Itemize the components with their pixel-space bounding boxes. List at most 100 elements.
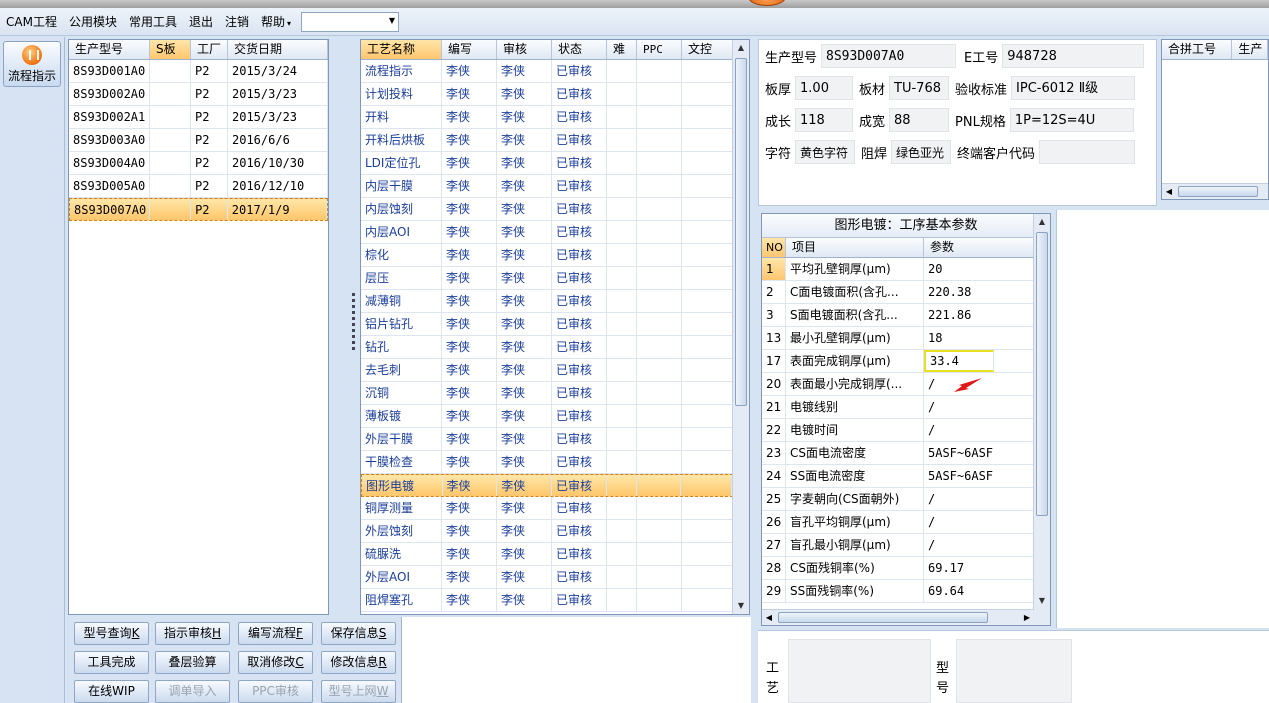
param-row[interactable]: 29 SS面残铜率(%) 69.64 — [762, 580, 1034, 603]
product-row[interactable]: 8S93D001A0 P2 2015/3/24 — [69, 60, 328, 83]
process-row[interactable]: 图形电镀 李侠 李侠 已审核 — [361, 474, 733, 497]
param-hscrollbar[interactable]: ◀ ▶ — [762, 609, 1034, 625]
thickness-field[interactable]: 1.00 — [795, 76, 854, 100]
param-row[interactable]: 26 盲孔平均铜厚(μm) / — [762, 511, 1034, 534]
process-row[interactable]: 钻孔 李侠 李侠 已审核 — [361, 336, 733, 359]
scroll-left-icon[interactable]: ◀ — [1162, 184, 1176, 199]
col-header-ppc[interactable]: PPC — [637, 40, 682, 59]
param-value-cell[interactable]: 69.64 — [924, 580, 1034, 602]
action-button[interactable]: 保存信息S — [321, 622, 396, 645]
product-row[interactable]: 8S93D005A0 P2 2016/12/10 — [69, 175, 328, 198]
process-row[interactable]: 硫脲洗 李侠 李侠 已审核 — [361, 543, 733, 566]
param-value-cell[interactable]: 221.86 — [924, 304, 1034, 326]
param-value-cell[interactable]: 220.38 — [924, 281, 1034, 303]
param-row[interactable]: 20 表面最小完成铜厚(... / — [762, 373, 1034, 396]
length-field[interactable]: 118 — [795, 108, 854, 132]
param-row[interactable]: 3 S面电镀面积(含孔... 221.86 — [762, 304, 1034, 327]
process-row[interactable]: 开料 李侠 李侠 已审核 — [361, 106, 733, 129]
param-row[interactable]: 13 最小孔壁铜厚(μm) 18 — [762, 327, 1034, 350]
model-note-box[interactable] — [956, 639, 1072, 703]
scroll-thumb[interactable] — [1036, 232, 1048, 516]
scroll-thumb[interactable] — [735, 58, 747, 406]
product-row[interactable]: 8S93D004A0 P2 2016/10/30 — [69, 152, 328, 175]
param-row[interactable]: 21 电镀线别 / — [762, 396, 1034, 419]
param-vscrollbar[interactable]: ▲ ▼ — [1033, 214, 1050, 625]
col-header-s-board[interactable]: S板 — [150, 40, 191, 59]
col-header-difficulty[interactable]: 难 — [607, 40, 637, 59]
part-no-field[interactable]: 8S93D007A0 — [821, 44, 957, 68]
menu-combo-select[interactable]: ▼ — [301, 11, 400, 32]
param-value-editor[interactable]: 33.4 — [924, 350, 994, 372]
standard-field[interactable]: IPC-6012 Ⅱ级 — [1011, 76, 1136, 100]
col-header-production[interactable]: 生产 — [1232, 40, 1268, 59]
col-header-merge-no[interactable]: 合拼工号 — [1162, 40, 1233, 59]
menu-logout[interactable]: 注销 — [219, 12, 255, 32]
char-field[interactable]: 黄色字符 — [795, 140, 856, 164]
col-header-part-no[interactable]: 生产型号 — [69, 40, 150, 59]
col-header-due-date[interactable]: 交货日期 — [228, 40, 328, 59]
process-row[interactable]: 外层干膜 李侠 李侠 已审核 — [361, 428, 733, 451]
process-row[interactable]: 开料后烘板 李侠 李侠 已审核 — [361, 129, 733, 152]
process-row[interactable]: 薄板镀 李侠 李侠 已审核 — [361, 405, 733, 428]
scroll-up-icon[interactable]: ▲ — [1034, 214, 1050, 230]
product-row[interactable]: 8S93D002A0 P2 2015/3/23 — [69, 83, 328, 106]
process-row[interactable]: 内层AOI 李侠 李侠 已审核 — [361, 221, 733, 244]
param-row[interactable]: 22 电镀时间 / — [762, 419, 1034, 442]
scroll-thumb[interactable] — [778, 612, 988, 623]
process-row[interactable]: 流程指示 李侠 李侠 已审核 — [361, 60, 733, 83]
scroll-left-icon[interactable]: ◀ — [762, 610, 776, 625]
col-header-doc-control[interactable]: 文控 — [682, 40, 733, 59]
param-row[interactable]: 28 CS面残铜率(%) 69.17 — [762, 557, 1034, 580]
action-button[interactable]: 型号查询K — [74, 622, 149, 645]
end-customer-code-field[interactable] — [1039, 140, 1136, 164]
param-value-cell[interactable]: 69.17 — [924, 557, 1034, 579]
mask-field[interactable]: 绿色亚光 — [891, 140, 952, 164]
param-value-cell[interactable]: / — [924, 534, 1034, 556]
process-row[interactable]: 铜厚测量 李侠 李侠 已审核 — [361, 497, 733, 520]
e-no-field[interactable]: 948728 — [1002, 44, 1145, 68]
process-row[interactable]: 阻焊塞孔 李侠 李侠 已审核 — [361, 589, 733, 612]
scroll-thumb[interactable] — [1178, 186, 1258, 197]
menu-help[interactable]: 帮助 ▾ — [255, 12, 297, 32]
process-row[interactable]: 层压 李侠 李侠 已审核 — [361, 267, 733, 290]
menu-exit[interactable]: 退出 — [183, 12, 219, 32]
param-row[interactable]: 27 盲孔最小铜厚(μm) / — [762, 534, 1034, 557]
param-value-cell[interactable]: 5ASF~6ASF — [924, 442, 1034, 464]
product-row[interactable]: 8S93D002A1 P2 2015/3/23 — [69, 106, 328, 129]
process-row[interactable]: LDI定位孔 李侠 李侠 已审核 — [361, 152, 733, 175]
param-value-cell[interactable]: / — [924, 419, 1034, 441]
action-button[interactable]: PPC审核 — [238, 680, 313, 703]
product-row[interactable]: 8S93D003A0 P2 2016/6/6 — [69, 129, 328, 152]
process-row[interactable]: 减薄铜 李侠 李侠 已审核 — [361, 290, 733, 313]
width-field[interactable]: 88 — [889, 108, 950, 132]
param-value-cell[interactable]: / — [924, 511, 1034, 533]
col-header-factory[interactable]: 工厂 — [191, 40, 228, 59]
action-button[interactable]: 修改信息R — [321, 651, 396, 674]
col-header-item[interactable]: 项目 — [786, 238, 924, 257]
scroll-right-icon[interactable]: ▶ — [1020, 610, 1034, 625]
process-row[interactable]: 去毛刺 李侠 李侠 已审核 — [361, 359, 733, 382]
scroll-down-icon[interactable]: ▼ — [1034, 593, 1050, 609]
col-header-reviewer[interactable]: 审核 — [497, 40, 552, 59]
param-row[interactable]: 25 字麦朝向(CS面朝外) / — [762, 488, 1034, 511]
menu-cam[interactable]: CAM工程 — [0, 12, 63, 32]
process-row[interactable]: 内层蚀刻 李侠 李侠 已审核 — [361, 198, 733, 221]
action-button[interactable]: 取消修改C — [238, 651, 313, 674]
splitter-handle[interactable] — [352, 290, 356, 370]
param-value-cell[interactable]: 20 — [924, 258, 1034, 280]
action-button[interactable]: 在线WIP — [74, 680, 149, 703]
pnl-field[interactable]: 1P=12S=4U — [1009, 108, 1134, 132]
action-button[interactable]: 编写流程F — [238, 622, 313, 645]
param-row[interactable]: 2 C面电镀面积(含孔... 220.38 — [762, 281, 1034, 304]
process-row[interactable]: 铝片钻孔 李侠 李侠 已审核 — [361, 313, 733, 336]
col-header-status[interactable]: 状态 — [552, 40, 607, 59]
process-row[interactable]: 干膜检查 李侠 李侠 已审核 — [361, 451, 733, 474]
process-row[interactable]: 计划投料 李侠 李侠 已审核 — [361, 83, 733, 106]
param-value-cell[interactable]: / — [924, 396, 1034, 418]
process-vscrollbar[interactable]: ▲ ▼ — [732, 40, 749, 614]
menu-tools[interactable]: 常用工具 — [123, 12, 183, 32]
param-value-cell[interactable]: 5ASF~6ASF — [924, 465, 1034, 487]
param-row[interactable]: 24 SS面电流密度 5ASF~6ASF — [762, 465, 1034, 488]
process-row[interactable]: 沉铜 李侠 李侠 已审核 — [361, 382, 733, 405]
action-button[interactable]: 叠层验算 — [155, 651, 230, 674]
